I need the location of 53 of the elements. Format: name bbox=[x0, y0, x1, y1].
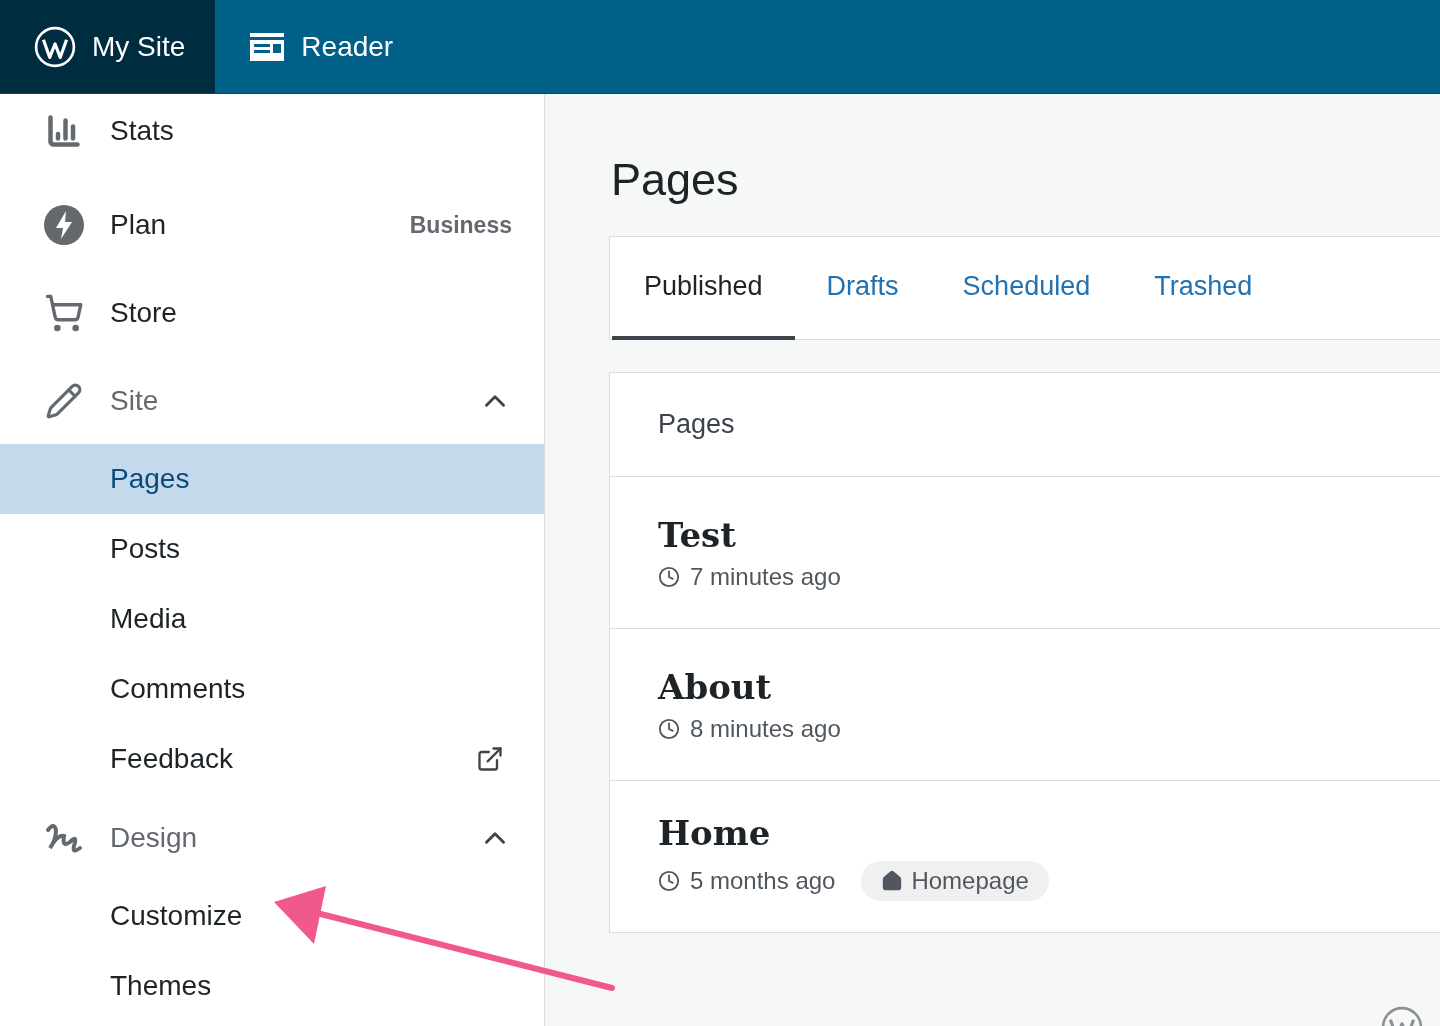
sidebar-item[interactable]: Store bbox=[0, 269, 544, 357]
modified-time: 5 months ago bbox=[658, 866, 836, 895]
pencil-icon bbox=[45, 381, 83, 420]
item-label: Posts bbox=[110, 533, 182, 565]
plan-label: Business bbox=[409, 211, 512, 239]
tab-label: Reader bbox=[301, 30, 394, 63]
external-link-icon bbox=[476, 745, 504, 773]
item-label: Feedback bbox=[110, 743, 234, 775]
item-label: Stats bbox=[110, 114, 175, 147]
sidebar-subitem[interactable]: Comments bbox=[0, 654, 544, 724]
item-label: Design bbox=[110, 821, 199, 854]
clock-icon bbox=[658, 565, 680, 588]
item-label: Themes bbox=[110, 970, 213, 1002]
cart-icon bbox=[44, 293, 84, 333]
sidebar-subitem[interactable]: Customize bbox=[0, 881, 544, 951]
status-tab[interactable]: Trashed bbox=[1122, 237, 1285, 340]
clock-icon bbox=[658, 717, 680, 740]
list-header: Pages bbox=[610, 373, 1440, 477]
bar-chart-icon bbox=[46, 112, 82, 149]
page-title-link[interactable]: About bbox=[658, 666, 772, 707]
modified-time: 8 minutes ago bbox=[658, 714, 841, 743]
item-label: Plan bbox=[110, 209, 168, 241]
item-label: Site bbox=[110, 384, 160, 417]
sidebar-subitem[interactable]: Feedback bbox=[0, 724, 544, 794]
modified-time: 7 minutes ago bbox=[658, 562, 841, 591]
page-title-link[interactable]: Home bbox=[658, 812, 771, 853]
item-label: Media bbox=[110, 603, 188, 635]
status-tab[interactable]: Published bbox=[612, 237, 795, 340]
sidebar-subitem[interactable]: Media bbox=[0, 584, 544, 654]
newspaper-icon bbox=[249, 31, 286, 62]
bolt-icon bbox=[44, 205, 84, 245]
item-label: Customize bbox=[110, 900, 244, 932]
page-title-link[interactable]: Test bbox=[658, 514, 736, 555]
sidebar-item[interactable]: Stats bbox=[0, 94, 544, 181]
wordpress-logo-icon bbox=[34, 25, 76, 68]
clock-icon bbox=[658, 869, 680, 892]
item-label: Comments bbox=[110, 673, 247, 705]
house-icon bbox=[881, 869, 904, 892]
sidebar-item[interactable]: Site bbox=[0, 357, 544, 444]
homepage-tag: Homepage bbox=[861, 860, 1049, 901]
top-nav-tab[interactable]: My Site bbox=[0, 0, 216, 93]
sidebar-item[interactable]: Design bbox=[0, 794, 544, 881]
page-title: Pages bbox=[611, 154, 740, 206]
sidebar-item[interactable]: Plan Business bbox=[0, 181, 544, 269]
sidebar-subitem[interactable]: Themes bbox=[0, 951, 544, 1021]
item-label: Store bbox=[110, 297, 178, 329]
sidebar-subitem[interactable]: Pages bbox=[0, 444, 544, 514]
status-tab[interactable]: Scheduled bbox=[930, 237, 1123, 340]
top-nav-tab[interactable]: Reader bbox=[215, 0, 424, 93]
item-label: Pages bbox=[110, 463, 191, 495]
status-tab[interactable]: Drafts bbox=[794, 237, 931, 340]
tab-label: My Site bbox=[92, 30, 186, 63]
sidebar-subitem[interactable]: Posts bbox=[0, 514, 544, 584]
